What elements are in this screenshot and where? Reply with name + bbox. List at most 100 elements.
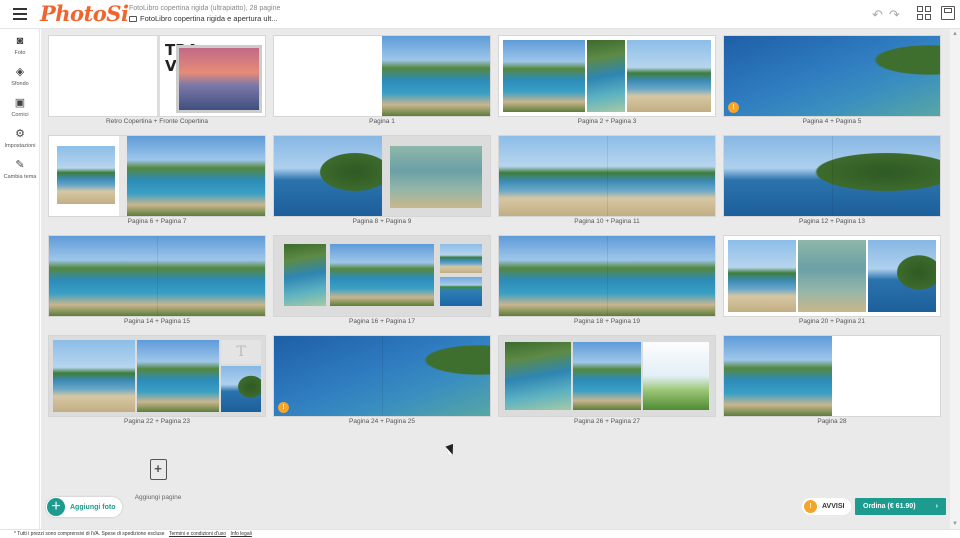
spread-page-2-3[interactable]: Pagina 2 + Pagina 3: [499, 36, 715, 128]
spread-page-18-19[interactable]: Pagina 18 + Pagina 19: [499, 236, 715, 328]
spread-page-26-27[interactable]: Pagina 26 + Pagina 27: [499, 336, 715, 428]
spread-label: Pagina 20 + Pagina 21: [799, 318, 865, 325]
spread-label: Pagina 28: [817, 418, 847, 425]
spread-page-28[interactable]: Pagina 28: [724, 336, 940, 428]
scroll-down-icon[interactable]: ▼: [952, 521, 958, 527]
photo: [643, 342, 709, 410]
grid-view-icon[interactable]: [917, 6, 931, 20]
spread-label: Pagina 8 + Pagina 9: [352, 218, 412, 225]
photo: [573, 342, 641, 410]
photo: [724, 36, 940, 116]
warnings-label: AVVISI: [822, 503, 845, 510]
sidebar-item-label: Impostazioni: [4, 143, 36, 149]
paint-bucket-icon: ◈: [15, 66, 25, 78]
spread-label: Pagina 16 + Pagina 17: [349, 318, 415, 325]
spread-label: Retro Copertina + Fronte Copertina: [105, 118, 209, 125]
terms-link[interactable]: Termini e condizioni d'uso: [169, 531, 226, 537]
legal-info-link[interactable]: Info legali: [230, 531, 251, 537]
add-pages-button[interactable]: + Aggiungi pagine: [128, 459, 188, 504]
menu-icon[interactable]: [13, 8, 27, 20]
spread-page-16-17[interactable]: Pagina 16 + Pagina 17: [274, 236, 490, 328]
spread-label: Pagina 18 + Pagina 19: [574, 318, 640, 325]
save-icon[interactable]: [941, 6, 955, 20]
photo: [868, 240, 936, 312]
sidebar-item-label: Cornici: [11, 112, 29, 118]
photo: [587, 40, 625, 112]
photo: [53, 340, 135, 412]
spread-label: Pagina 26 + Pagina 27: [574, 418, 640, 425]
photo: [724, 336, 832, 416]
sidebar-item-cornici[interactable]: ▣ Cornici: [0, 97, 40, 118]
photo: [57, 146, 115, 204]
brush-icon: ✎: [15, 159, 25, 171]
spread-page-24-25[interactable]: ! Pagina 24 + Pagina 25: [274, 336, 490, 428]
undo-icon[interactable]: ↶: [872, 7, 883, 23]
photo: [627, 40, 711, 112]
spread-page-12-13[interactable]: Pagina 12 + Pagina 13: [724, 136, 940, 228]
back-cover-page: [49, 36, 157, 116]
sidebar-item-foto[interactable]: ◙ Foto: [0, 35, 40, 56]
gear-icon: ⚙: [15, 128, 25, 140]
text-placeholder-icon[interactable]: T: [221, 340, 261, 364]
sidebar-item-sfondo[interactable]: ◈ Sfondo: [0, 66, 40, 87]
add-page-icon: +: [149, 459, 167, 480]
spread-page-14-15[interactable]: Pagina 14 + Pagina 15: [49, 236, 265, 328]
sidebar-item-impostazioni[interactable]: ⚙ Impostazioni: [0, 128, 40, 149]
spread-label: Pagina 2 + Pagina 3: [577, 118, 637, 125]
scroll-up-icon[interactable]: ▲: [952, 31, 958, 37]
spread-label: Pagina 1: [369, 118, 395, 125]
spread-label: Pagina 10 + Pagina 11: [574, 218, 640, 225]
spread-page-6-7[interactable]: Pagina 6 + Pagina 7: [49, 136, 265, 228]
photo: [330, 244, 434, 306]
photo: [127, 136, 265, 216]
order-label: Ordina (€ 61.90): [863, 503, 916, 510]
add-pages-label: Aggiungi pagine: [134, 494, 182, 501]
sidebar-item-cambia-tema[interactable]: ✎ Cambia tema: [0, 159, 40, 180]
photo: [798, 240, 866, 312]
spread-label: Pagina 12 + Pagina 13: [799, 218, 865, 225]
sidebar-item-label: Sfondo: [11, 81, 29, 87]
add-photo-label: Aggiungi foto: [70, 503, 116, 511]
photosi-logo[interactable]: PhotoSi: [40, 1, 129, 26]
warnings-button[interactable]: ! AVVISI: [802, 498, 852, 515]
spread-page-1[interactable]: Pagina 1: [274, 36, 490, 128]
spread-page-10-11[interactable]: Pagina 10 + Pagina 11: [499, 136, 715, 228]
photo: [274, 136, 382, 216]
chevron-right-icon: ›: [935, 503, 938, 510]
sidebar: ◙ Foto ◈ Sfondo ▣ Cornici ⚙ Impostazioni…: [0, 29, 40, 529]
photo: [390, 146, 482, 208]
spread-page-8-9[interactable]: Pagina 8 + Pagina 9: [274, 136, 490, 228]
order-button[interactable]: Ordina (€ 61.90) ›: [855, 498, 946, 515]
photo: [137, 340, 219, 412]
warning-icon: !: [804, 500, 817, 513]
photo: [503, 40, 585, 112]
front-cover-page: TRA VEL: [157, 36, 265, 116]
photo: [382, 36, 490, 116]
project-info: FotoLibro copertina rigida (ultrapiatto)…: [129, 5, 281, 12]
footer: * Tutti i prezzi sono comprensivi di IVA…: [0, 529, 960, 537]
spread-page-20-21[interactable]: Pagina 20 + Pagina 21: [724, 236, 940, 328]
warning-icon[interactable]: !: [728, 102, 739, 113]
warning-icon[interactable]: !: [278, 402, 289, 413]
photo: [728, 240, 796, 312]
photo: [440, 277, 482, 306]
sidebar-item-label: Cambia tema: [3, 174, 37, 180]
spread-label: Pagina 4 + Pagina 5: [802, 118, 862, 125]
spread-page-22-23[interactable]: T Pagina 22 + Pagina 23: [49, 336, 265, 428]
vertical-scrollbar[interactable]: ▲ ▼: [950, 29, 960, 529]
frame-icon: ▣: [14, 97, 26, 109]
spread-label: Pagina 24 + Pagina 25: [349, 418, 415, 425]
redo-icon[interactable]: ↷: [889, 7, 900, 23]
plus-icon: +: [47, 498, 65, 516]
spread-page-4-5[interactable]: ! Pagina 4 + Pagina 5: [724, 36, 940, 128]
spread-cover[interactable]: TRA VEL Retro Copertina + Fronte Coperti…: [49, 36, 265, 128]
project-name-label: FotoLibro copertina rigida e apertura ul…: [140, 14, 278, 23]
sidebar-item-label: Foto: [14, 50, 26, 56]
photo: [505, 342, 571, 410]
photo: [440, 244, 482, 273]
photo: [221, 366, 261, 412]
top-bar: PhotoSi FotoLibro copertina rigida (ultr…: [0, 0, 960, 29]
project-name[interactable]: FotoLibro copertina rigida e apertura ul…: [129, 14, 278, 23]
camera-icon: ◙: [16, 35, 24, 47]
add-photo-button[interactable]: + Aggiungi foto: [46, 497, 123, 517]
